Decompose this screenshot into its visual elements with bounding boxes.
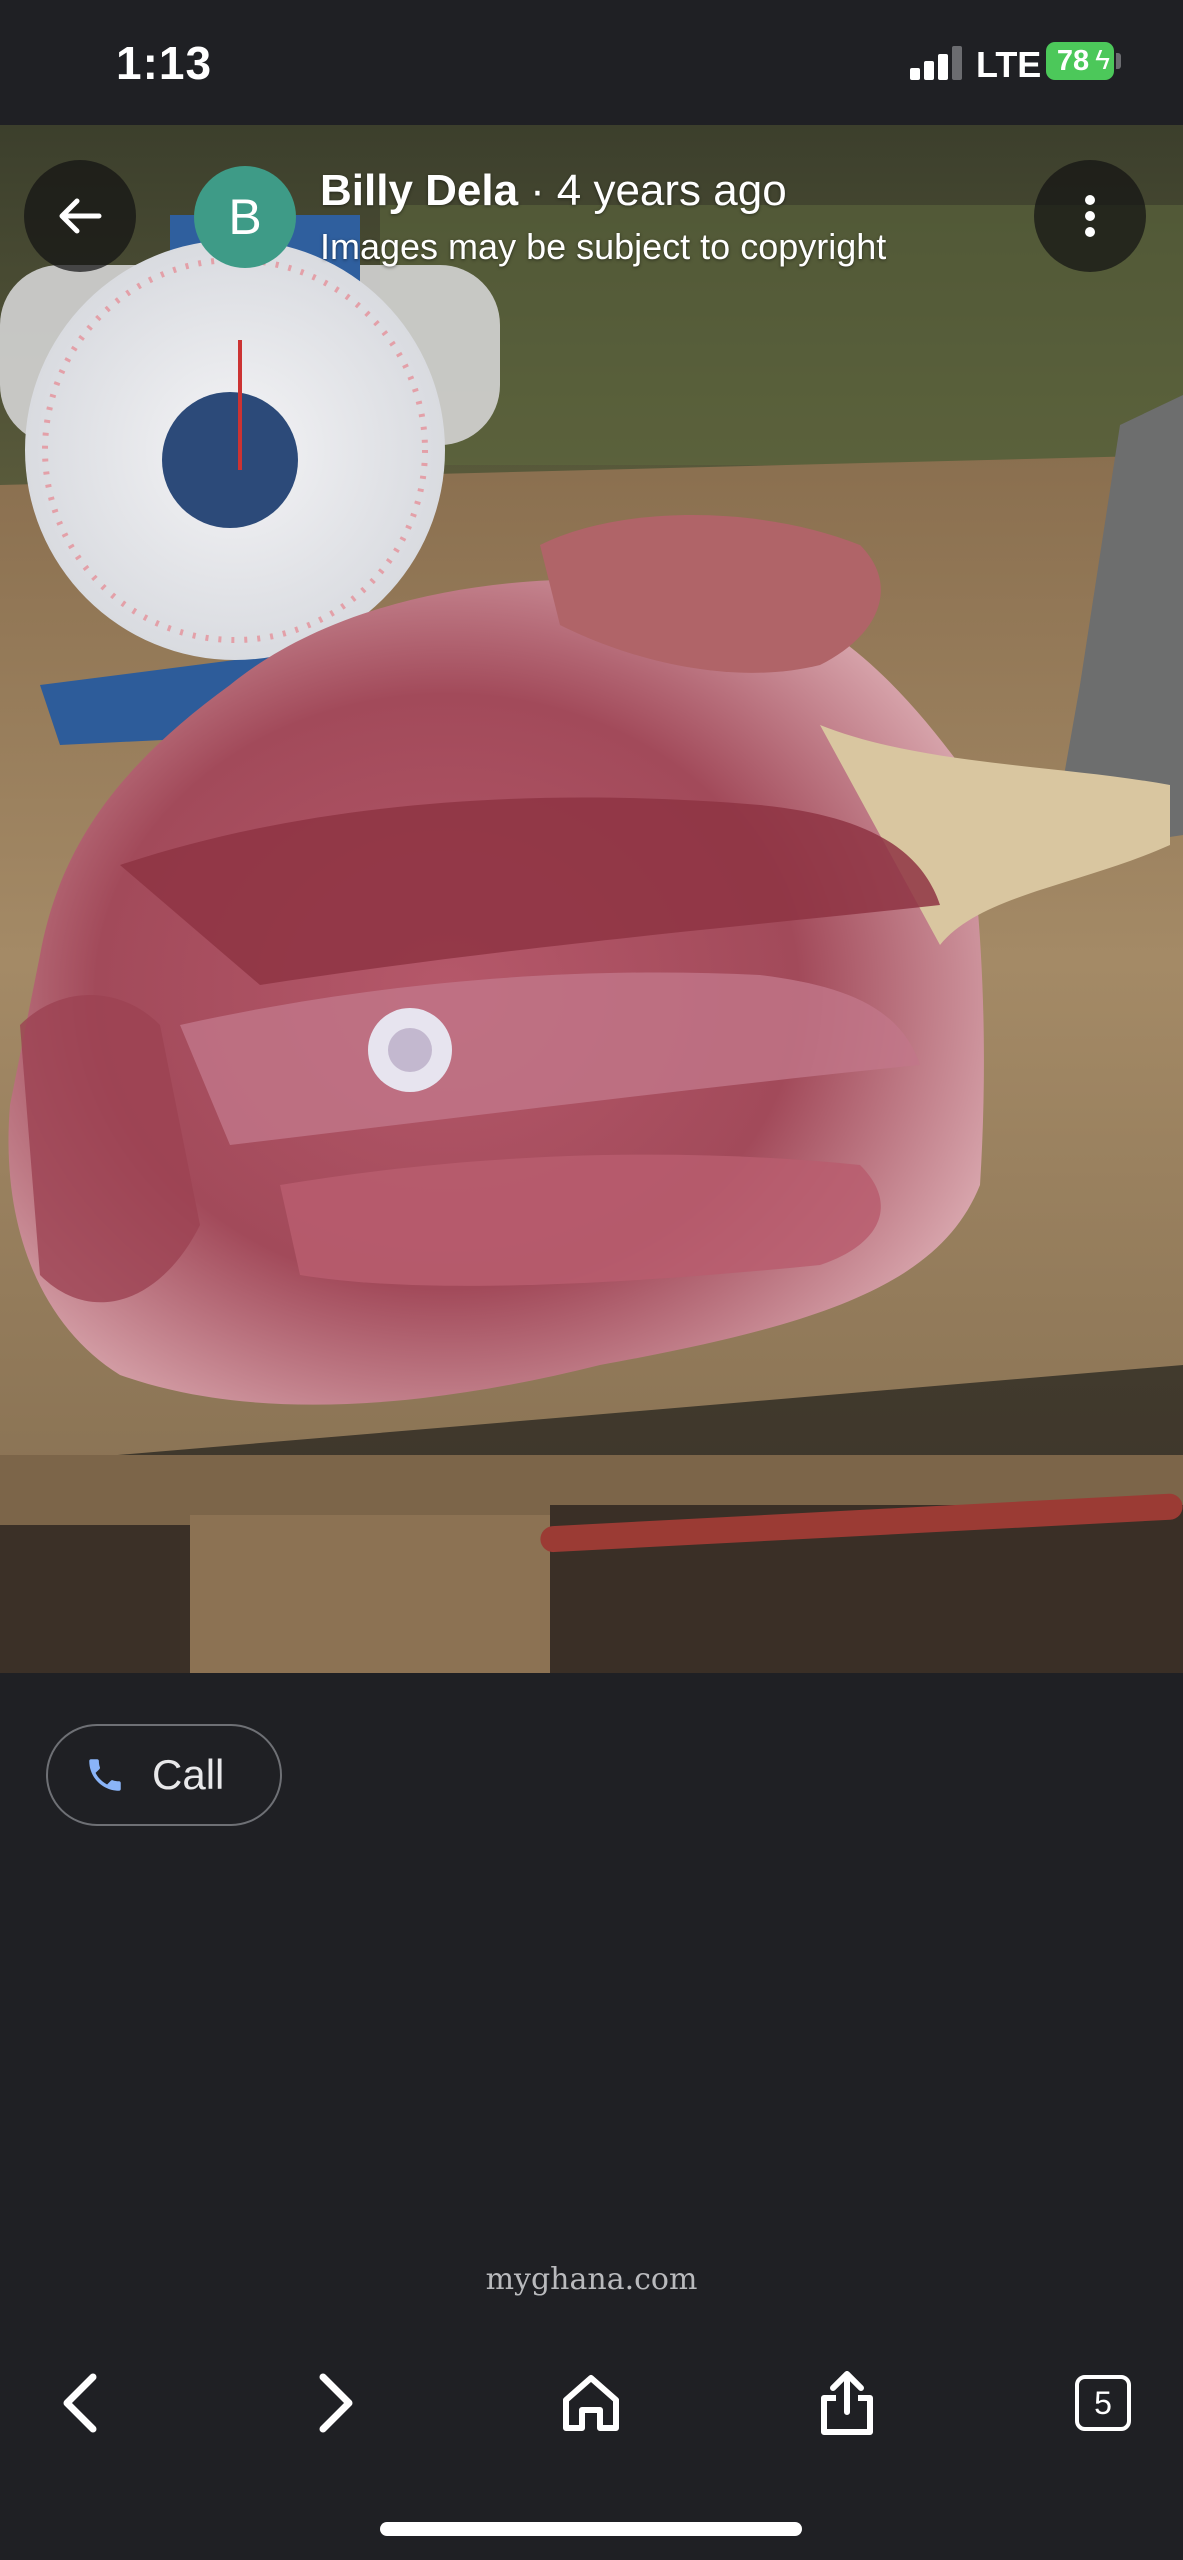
home-button[interactable] xyxy=(546,2358,636,2448)
home-icon xyxy=(563,2375,619,2431)
photo[interactable] xyxy=(0,125,1183,1673)
browser-toolbar: 5 xyxy=(0,2340,1183,2460)
copyright-notice: Images may be subject to copyright xyxy=(320,226,887,267)
battery-nub xyxy=(1116,53,1121,69)
chevron-left-icon xyxy=(63,2373,97,2433)
back-nav-button[interactable] xyxy=(36,2358,126,2448)
avatar[interactable]: B xyxy=(194,166,296,268)
cellular-signal-icon xyxy=(910,46,962,80)
author-name[interactable]: Billy Dela xyxy=(320,166,518,215)
posted-time: 4 years ago xyxy=(556,166,787,215)
arrow-left-icon xyxy=(59,198,102,234)
forward-nav-button[interactable] xyxy=(290,2358,380,2448)
network-type: LTE xyxy=(976,44,1042,85)
status-time: 1:13 xyxy=(116,37,213,89)
share-button[interactable] xyxy=(802,2358,892,2448)
battery-percent: 78 xyxy=(1056,45,1090,77)
back-button[interactable] xyxy=(24,160,136,272)
phone-icon xyxy=(89,1759,121,1791)
status-bar: 1:13 LTE 78 ϟ xyxy=(0,0,1183,125)
home-indicator[interactable] xyxy=(380,2522,802,2536)
screen: 1:13 LTE 78 ϟ B Billy Dela · 4 years ago… xyxy=(0,0,1183,2560)
source-site[interactable]: myghana.com xyxy=(0,2262,1183,2297)
more-vertical-icon xyxy=(1085,195,1095,237)
author-line: Billy Dela · 4 years ago xyxy=(320,166,787,216)
share-icon xyxy=(821,2371,873,2435)
call-label: Call xyxy=(152,1751,225,1798)
tabs-icon: 5 xyxy=(1075,2375,1131,2431)
charging-bolt-icon: ϟ xyxy=(1095,44,1110,75)
separator: · xyxy=(530,166,545,215)
battery-icon: 78 ϟ xyxy=(1046,42,1114,80)
photo-image xyxy=(0,125,1183,1673)
tabs-button[interactable]: 5 xyxy=(1058,2358,1148,2448)
call-button[interactable]: Call xyxy=(46,1724,282,1826)
chevron-right-icon xyxy=(319,2373,353,2433)
more-options-button[interactable] xyxy=(1034,160,1146,272)
